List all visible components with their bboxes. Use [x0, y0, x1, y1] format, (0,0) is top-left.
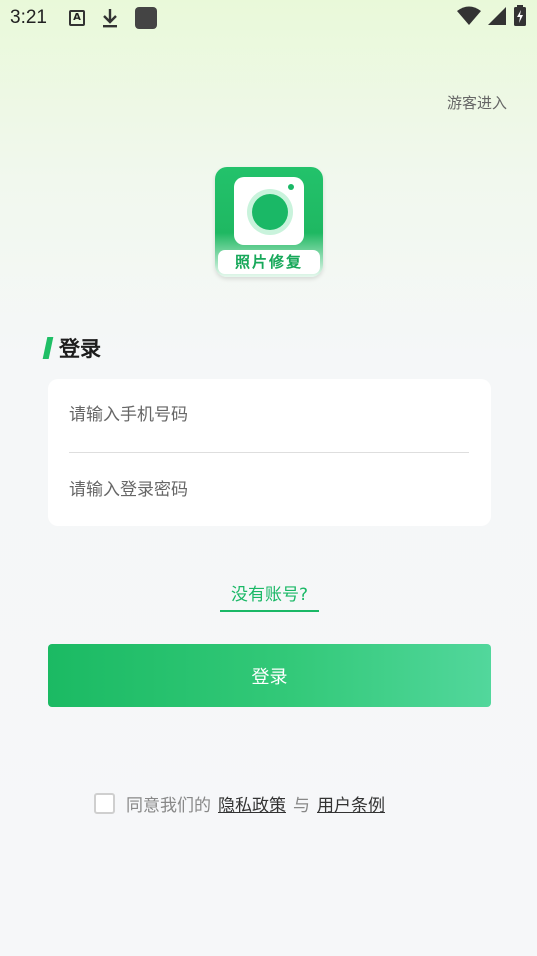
status-time: 3:21 — [10, 7, 47, 28]
login-button[interactable]: 登录 — [48, 644, 491, 707]
status-indicators — [457, 4, 527, 32]
app-square-icon — [134, 7, 157, 29]
guest-enter-link[interactable]: 游客进入 — [447, 92, 507, 113]
login-title: 登录 — [59, 337, 101, 361]
status-bar: 3:21 A — [0, 0, 537, 36]
no-account-link[interactable]: 没有账号? — [220, 580, 319, 612]
agreement-row: 同意我们的 隐私政策 与 用户条例 — [94, 791, 385, 816]
agreement-checkbox[interactable] — [94, 793, 115, 814]
camera-flash-dot — [288, 184, 294, 190]
agreement-separator: 与 — [293, 796, 310, 816]
privacy-policy-link[interactable]: 隐私政策 — [218, 791, 286, 816]
battery-charging-icon — [513, 4, 527, 32]
text-a-icon: A — [68, 10, 85, 26]
phone-input[interactable] — [69, 395, 469, 435]
camera-icon — [234, 177, 304, 245]
app-logo: 照片修复 — [215, 167, 323, 277]
user-terms-link[interactable]: 用户条例 — [317, 791, 385, 816]
logo-label: 照片修复 — [218, 250, 320, 274]
camera-lens — [252, 194, 288, 230]
form-divider — [69, 452, 469, 453]
signal-icon — [487, 6, 507, 31]
password-input[interactable] — [69, 470, 469, 510]
login-form-card — [48, 379, 491, 526]
wifi-icon — [457, 6, 481, 31]
agreement-prefix: 同意我们的 — [126, 796, 211, 816]
title-accent-mark — [42, 337, 54, 359]
login-section-title: 登录 — [42, 333, 101, 363]
download-icon — [101, 7, 119, 29]
